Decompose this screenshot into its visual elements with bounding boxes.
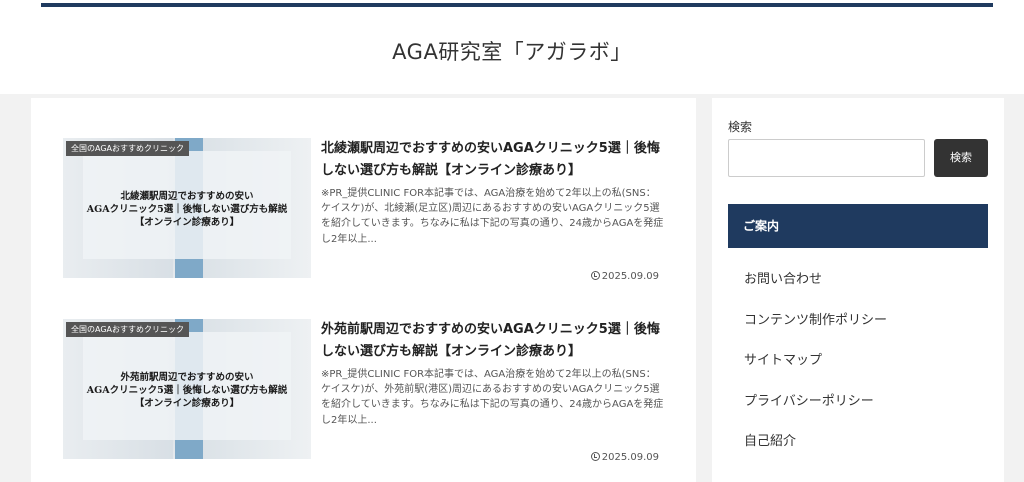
article-date: 2025.09.09: [590, 271, 659, 282]
article-thumbnail[interactable]: 外苑前駅周辺でおすすめの安い AGAクリニック5選｜後悔しない選び方も解説 【オ…: [63, 319, 311, 459]
search-button[interactable]: 検索: [934, 139, 988, 177]
menu-item-content-policy[interactable]: コンテンツ制作ポリシー: [728, 301, 988, 342]
search-label: 検索: [728, 120, 753, 134]
article-list: 北綾瀬駅周辺でおすすめの安い AGAクリニック5選｜後悔しない選び方も解説 【オ…: [31, 98, 696, 482]
menu-item-sitemap[interactable]: サイトマップ: [728, 341, 988, 382]
clock-icon: [590, 271, 600, 280]
thumbnail-caption: 外苑前駅周辺でおすすめの安い AGAクリニック5選｜後悔しない選び方も解説 【オ…: [86, 372, 288, 409]
guide-heading: ご案内: [728, 204, 988, 248]
article-title[interactable]: 外苑前駅周辺でおすすめの安いAGAクリニック5選｜後悔しない選び方も解説【オンラ…: [321, 319, 663, 363]
category-badge[interactable]: 全国のAGAおすすめクリニック: [66, 141, 190, 156]
menu-item-profile[interactable]: 自己紹介: [728, 422, 988, 463]
article-thumbnail[interactable]: 北綾瀬駅周辺でおすすめの安い AGAクリニック5選｜後悔しない選び方も解説 【オ…: [63, 138, 311, 278]
thumbnail-caption: 北綾瀬駅周辺でおすすめの安い AGAクリニック5選｜後悔しない選び方も解説 【オ…: [86, 191, 288, 228]
article-excerpt: ※PR_提供CLINIC FOR本記事では、AGA治療を始めて2年以上の私(SN…: [321, 188, 664, 245]
header-accent-bar: [41, 3, 993, 7]
article-title[interactable]: 北綾瀬駅周辺でおすすめの安いAGAクリニック5選｜後悔しない選び方も解説【オンラ…: [321, 138, 663, 182]
sidebar: 検索 検索 ご案内 お問い合わせ コンテンツ制作ポリシー サイトマップ プライバ…: [712, 98, 1004, 482]
article-card[interactable]: 北綾瀬駅周辺でおすすめの安い AGAクリニック5選｜後悔しない選び方も解説 【オ…: [63, 138, 664, 282]
guide-menu: お問い合わせ コンテンツ制作ポリシー サイトマップ プライバシーポリシー 自己紹…: [728, 260, 988, 463]
site-header: AGA研究室「アガラボ」: [0, 0, 1024, 94]
search-input[interactable]: [728, 139, 925, 177]
article-card[interactable]: 外苑前駅周辺でおすすめの安い AGAクリニック5選｜後悔しない選び方も解説 【オ…: [63, 319, 664, 463]
menu-item-privacy-policy[interactable]: プライバシーポリシー: [728, 382, 988, 423]
clock-icon: [590, 452, 600, 461]
category-badge[interactable]: 全国のAGAおすすめクリニック: [66, 322, 190, 337]
article-date: 2025.09.09: [590, 452, 659, 463]
site-title[interactable]: AGA研究室「アガラボ」: [0, 36, 1024, 66]
article-excerpt: ※PR_提供CLINIC FOR本記事では、AGA治療を始めて2年以上の私(SN…: [321, 369, 664, 426]
menu-item-contact[interactable]: お問い合わせ: [728, 260, 988, 301]
